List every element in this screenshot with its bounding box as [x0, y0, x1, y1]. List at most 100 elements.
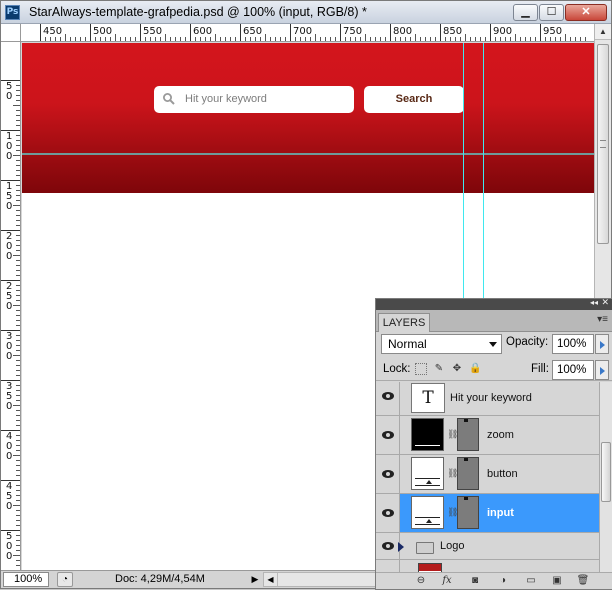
- add-mask-icon[interactable]: ◙: [468, 575, 482, 587]
- ruler-minor-tick: [185, 37, 186, 41]
- status-info-icon[interactable]: ◔: [57, 572, 73, 587]
- ruler-minor-tick: [410, 37, 411, 41]
- ruler-label: 600: [193, 26, 213, 37]
- ruler-minor-tick: [16, 150, 20, 151]
- search-button-mockup[interactable]: Search: [364, 86, 464, 113]
- ruler-minor-tick: [16, 170, 20, 171]
- panel-title-strip[interactable]: ◂◂ ✕: [376, 297, 612, 310]
- ruler-major-tick: [340, 24, 341, 41]
- blend-mode-select[interactable]: Normal: [381, 334, 502, 354]
- ruler-minor-tick: [455, 37, 456, 41]
- layer-row-hit-your-keyword[interactable]: T Hit your keyword: [376, 382, 599, 416]
- title-bar: Ps StarAlways-template-grafpedia.psd @ 1…: [1, 1, 611, 24]
- new-layer-icon[interactable]: ▣: [550, 575, 564, 587]
- close-panel-icon[interactable]: ✕: [601, 297, 609, 308]
- layer-row-input[interactable]: ⛓ input: [376, 494, 599, 533]
- opacity-slider-button[interactable]: [595, 334, 609, 354]
- zoom-level-field[interactable]: 100%: [3, 572, 49, 587]
- ruler-minor-tick: [60, 37, 61, 41]
- ruler-minor-tick: [16, 175, 20, 176]
- layer-row-logo-group[interactable]: Logo: [376, 533, 599, 560]
- layer-row-partial[interactable]: [376, 560, 599, 572]
- ruler-minor-tick: [16, 215, 20, 216]
- close-button[interactable]: ✕: [565, 4, 607, 21]
- fill-label: Fill:: [531, 363, 549, 375]
- document-title: StarAlways-template-grafpedia.psd @ 100%…: [29, 5, 367, 19]
- fill-field[interactable]: 100%: [552, 360, 594, 380]
- ruler-minor-tick: [535, 37, 536, 41]
- panel-menu-icon[interactable]: ▾≡: [597, 314, 608, 325]
- ruler-minor-tick: [500, 37, 501, 41]
- ruler-minor-tick: [480, 37, 481, 41]
- visibility-toggle[interactable]: [376, 560, 400, 572]
- ruler-minor-tick: [255, 37, 256, 41]
- ruler-minor-tick: [16, 365, 20, 366]
- status-menu-arrow-icon[interactable]: ▶: [248, 572, 262, 587]
- minimize-button[interactable]: ▁: [513, 4, 538, 21]
- ruler-label: 250: [6, 281, 13, 312]
- ruler-minor-tick: [13, 205, 20, 206]
- scroll-left-arrow-icon[interactable]: ◀: [264, 573, 278, 586]
- lock-position-icon[interactable]: ✥: [451, 363, 463, 375]
- trash-icon[interactable]: 🗑: [576, 575, 590, 587]
- ruler-minor-tick: [70, 37, 71, 41]
- tab-layers[interactable]: LAYERS: [378, 313, 430, 332]
- ruler-minor-tick: [13, 405, 20, 406]
- ruler-label: 100: [6, 131, 13, 162]
- fx-icon[interactable]: fx: [440, 575, 454, 587]
- horizontal-scrollbar[interactable]: ◀: [263, 572, 378, 587]
- ruler-minor-tick: [16, 525, 20, 526]
- collapse-panel-icon[interactable]: ◂◂: [590, 298, 598, 307]
- ruler-major-tick: [390, 24, 391, 41]
- ruler-minor-tick: [565, 34, 566, 41]
- ruler-minor-tick: [16, 335, 20, 336]
- ruler-minor-tick: [16, 485, 20, 486]
- visibility-toggle[interactable]: [376, 382, 400, 415]
- vertical-ruler[interactable]: 50 100 150 200 250 300 350 400 450 500: [1, 42, 21, 570]
- ruler-minor-tick: [16, 135, 20, 136]
- ruler-minor-tick: [13, 255, 20, 256]
- photoshop-app-icon: Ps: [5, 5, 20, 20]
- new-group-icon[interactable]: ▭: [524, 575, 538, 587]
- maximize-button[interactable]: ☐: [539, 4, 564, 21]
- ruler-minor-tick: [13, 505, 20, 506]
- ruler-origin-corner[interactable]: [1, 24, 21, 42]
- ruler-minor-tick: [16, 315, 20, 316]
- layer-list-scrollbar[interactable]: [599, 382, 612, 572]
- visibility-toggle[interactable]: [376, 494, 400, 532]
- vertical-scroll-thumb[interactable]: [597, 44, 609, 244]
- lock-all-icon[interactable]: 🔒: [469, 363, 481, 375]
- ruler-minor-tick: [235, 37, 236, 41]
- ruler-minor-tick: [545, 37, 546, 41]
- ruler-label: 750: [343, 26, 363, 37]
- lock-image-pixels-icon[interactable]: ✎: [433, 363, 445, 375]
- eye-icon: [382, 431, 394, 439]
- expand-group-triangle-icon[interactable]: [398, 542, 404, 552]
- horizontal-guide[interactable]: [22, 153, 594, 155]
- opacity-field[interactable]: 100%: [552, 334, 594, 354]
- ruler-minor-tick: [335, 37, 336, 41]
- ruler-minor-tick: [13, 355, 20, 356]
- fill-slider-button[interactable]: [595, 360, 609, 380]
- layer-row-zoom[interactable]: ⛓ zoom: [376, 416, 599, 455]
- ruler-minor-tick: [320, 37, 321, 41]
- search-icon: [163, 93, 175, 105]
- ruler-minor-tick: [80, 37, 81, 41]
- lock-transparent-pixels-icon[interactable]: [415, 363, 427, 375]
- visibility-toggle[interactable]: [376, 455, 400, 493]
- scroll-up-arrow-icon[interactable]: ▲: [595, 24, 611, 40]
- ruler-minor-tick: [16, 440, 20, 441]
- horizontal-ruler[interactable]: 450 500 550 600 650 700 750 800 850 900 950: [21, 24, 594, 42]
- visibility-toggle[interactable]: [376, 533, 400, 559]
- ruler-minor-tick: [16, 95, 20, 96]
- adjustment-layer-icon[interactable]: ◑: [496, 575, 510, 587]
- ruler-major-tick: [240, 24, 241, 41]
- search-input-mockup[interactable]: Hit your keyword: [154, 86, 354, 113]
- layer-list-scroll-thumb[interactable]: [601, 442, 611, 502]
- ruler-minor-tick: [16, 125, 20, 126]
- ruler-minor-tick: [225, 37, 226, 41]
- layer-row-button[interactable]: ⛓ button: [376, 455, 599, 494]
- ruler-minor-tick: [16, 420, 20, 421]
- visibility-toggle[interactable]: [376, 416, 400, 454]
- link-layers-icon[interactable]: ⊖: [414, 575, 428, 587]
